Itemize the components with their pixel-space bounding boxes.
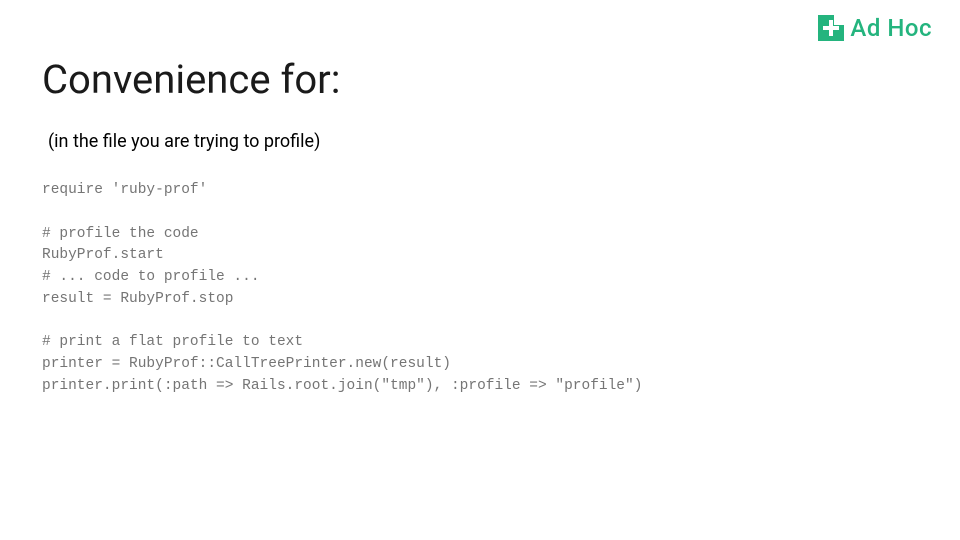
brand-name: Ad Hoc [850,14,932,42]
brand-logo: Ad Hoc [818,14,932,42]
code-snippet: require 'ruby-prof' # profile the code R… [42,180,918,398]
plus-icon [818,15,844,41]
slide-subtitle: (in the file you are trying to profile) [42,131,918,152]
slide-content: Convenience for: (in the file you are tr… [0,0,960,398]
slide-title: Convenience for: [42,56,918,103]
